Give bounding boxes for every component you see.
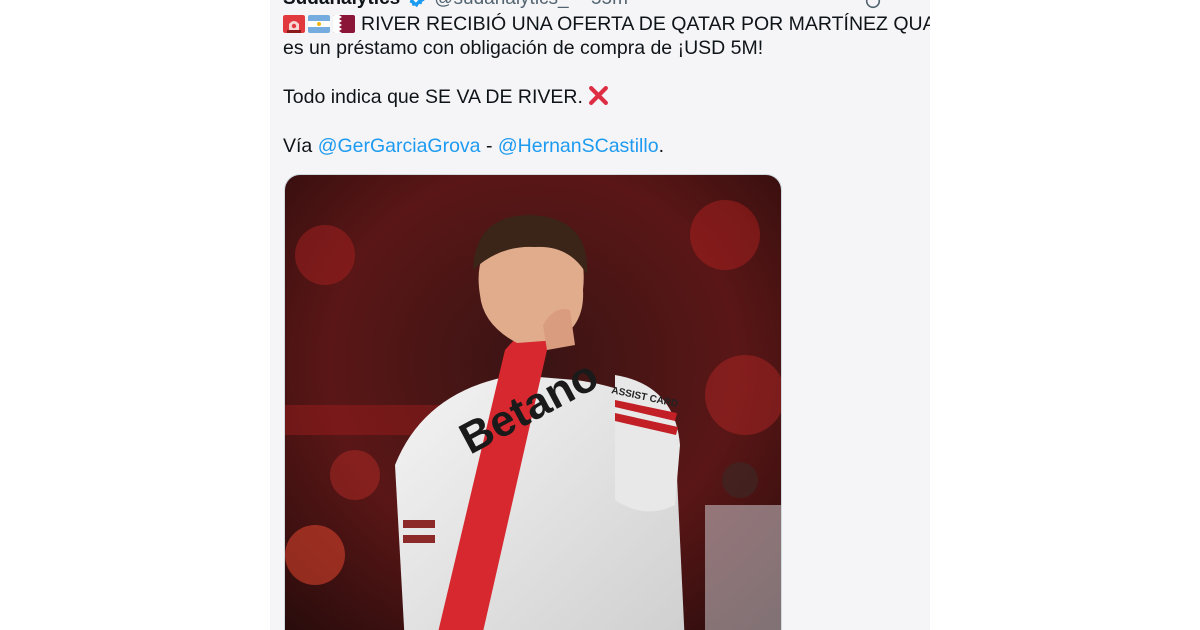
mention-separator: - — [480, 135, 498, 157]
via-prefix: Vía — [283, 135, 318, 157]
player-photo: Betano ASSIST CARD — [285, 175, 781, 630]
author-name[interactable]: Sudanalytics — [283, 0, 400, 10]
via-suffix: . — [658, 135, 664, 157]
author-handle[interactable]: @sudanalytics_ — [434, 0, 568, 10]
tweet-line-3: Todo indica que SE VA DE RIVER. — [283, 85, 923, 109]
tweet-conclusion: Todo indica que SE VA DE RIVER. — [283, 86, 583, 108]
timestamp[interactable]: 55m — [591, 0, 628, 10]
qatar-flag-icon — [333, 15, 355, 33]
mention-hernanscastillo[interactable]: @HernanSCastillo — [498, 135, 659, 157]
tweet-media-image[interactable]: Betano ASSIST CARD — [284, 174, 782, 630]
tweet-card[interactable]: Sudanalytics @sudanalytics_ · 55m — [270, 0, 930, 630]
grok-icon[interactable] — [864, 0, 882, 10]
tweet-line-4: Vía @GerGarciaGrova - @HernanSCastillo. — [283, 134, 923, 158]
argentina-flag-icon — [308, 15, 330, 33]
tweet-header: Sudanalytics @sudanalytics_ · 55m — [283, 0, 628, 10]
verified-badge-icon — [409, 0, 425, 8]
cross-mark-icon — [588, 86, 608, 105]
tweet-headline: RIVER RECIBIÓ UNA OFERTA DE QATAR POR MA… — [361, 13, 930, 35]
mention-gergarciagrova[interactable]: @GerGarciaGrova — [318, 135, 481, 157]
tweet-text: RIVER RECIBIÓ UNA OFERTA DE QATAR POR MA… — [283, 12, 930, 158]
separator-dot: · — [577, 0, 583, 10]
tweet-line-2: es un préstamo con obligación de compra … — [283, 37, 764, 59]
tweet-line-1: RIVER RECIBIÓ UNA OFERTA DE QATAR POR MA… — [283, 12, 930, 36]
siren-icon — [283, 15, 305, 33]
emoji-group — [283, 15, 355, 33]
